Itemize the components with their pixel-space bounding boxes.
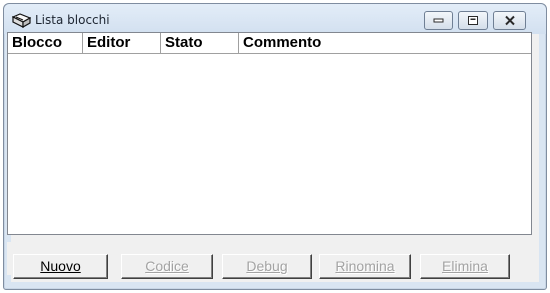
window-title: Lista blocchi <box>35 13 110 27</box>
column-header-commento[interactable]: Commento <box>239 33 531 53</box>
close-button[interactable] <box>493 11 526 30</box>
minimize-icon <box>433 18 443 22</box>
minimize-button[interactable] <box>424 11 453 30</box>
maximize-icon <box>468 16 478 25</box>
debug-button[interactable]: Debug <box>222 254 312 279</box>
close-icon <box>504 15 515 26</box>
rinomina-button[interactable]: Rinomina <box>319 254 411 279</box>
list-header: Blocco Editor Stato Commento <box>8 33 531 54</box>
column-header-blocco[interactable]: Blocco <box>8 33 83 53</box>
blocchi-list[interactable]: Blocco Editor Stato Commento <box>7 32 532 235</box>
maximize-button[interactable] <box>458 11 488 30</box>
column-header-stato[interactable]: Stato <box>161 33 239 53</box>
title-bar[interactable]: Lista blocchi <box>4 4 546 34</box>
column-header-editor[interactable]: Editor <box>83 33 161 53</box>
elimina-button[interactable]: Elimina <box>420 254 510 279</box>
open-book-icon <box>12 13 31 28</box>
list-body[interactable] <box>8 54 531 234</box>
codice-button[interactable]: Codice <box>121 254 213 279</box>
nuovo-button[interactable]: Nuovo <box>13 254 108 279</box>
